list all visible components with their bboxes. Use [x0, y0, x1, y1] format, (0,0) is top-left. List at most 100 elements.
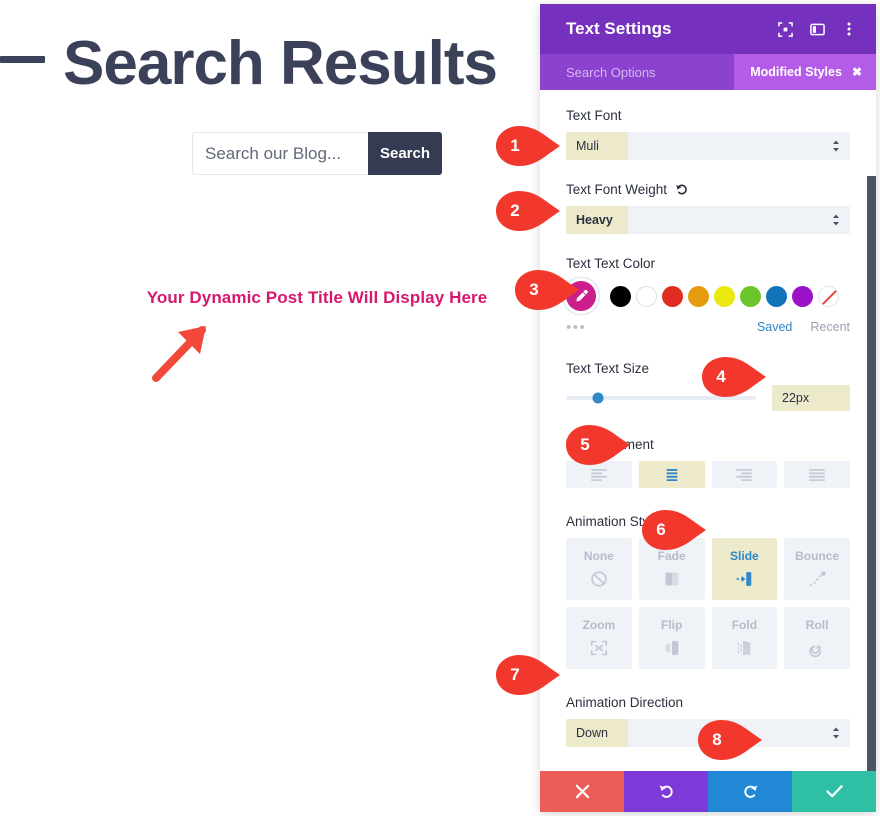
text-alignment-group: [566, 461, 850, 488]
panel-subbar: Search Options Modified Styles ✖: [540, 54, 876, 90]
color-meta-row: ••• Saved Recent: [566, 319, 850, 335]
modified-styles-label: Modified Styles: [750, 65, 842, 79]
none-icon: [591, 571, 607, 587]
dynamic-post-title: Your Dynamic Post Title Will Display Her…: [146, 288, 488, 307]
color-swatch-0[interactable]: [610, 285, 631, 307]
align-justify-button[interactable]: [784, 461, 850, 488]
animation-bounce-label: Bounce: [795, 549, 840, 563]
save-button[interactable]: [792, 771, 876, 812]
text-font-weight-select[interactable]: Heavy: [566, 206, 850, 234]
text-size-label-text: Text Text Size: [566, 361, 650, 376]
animation-none-option[interactable]: None: [566, 538, 632, 600]
panel-layout-icon[interactable]: [804, 16, 830, 42]
text-font-label-text: Text Font: [566, 108, 622, 123]
color-swatch-6[interactable]: [766, 285, 787, 307]
text-size-label: Text Text Size: [566, 361, 850, 376]
fold-icon: [738, 641, 751, 656]
animation-style-label-text: Animation Style: [566, 514, 660, 529]
flip-icon: [665, 641, 678, 655]
roll-icon: [809, 645, 822, 658]
pointer-arrow-icon: [152, 326, 206, 382]
color-swatch-8[interactable]: [818, 285, 839, 307]
preset-swatches: [610, 285, 844, 307]
color-swatch-row: [566, 280, 850, 312]
chevron-updown-icon: [832, 727, 840, 739]
panel-header: Text Settings: [540, 4, 876, 54]
text-font-select[interactable]: Muli: [566, 132, 850, 160]
animation-intensity-label-text: Animation Intensity: [566, 769, 680, 771]
panel-title: Text Settings: [566, 19, 672, 38]
animation-bounce-option[interactable]: Bounce: [784, 538, 850, 600]
chevron-updown-icon: [832, 214, 840, 226]
animation-zoom-option[interactable]: Zoom: [566, 607, 632, 669]
color-swatch-1[interactable]: [636, 285, 657, 307]
animation-none-label: None: [583, 549, 614, 563]
animation-fade-option[interactable]: Fade: [638, 538, 705, 600]
modified-styles-badge[interactable]: Modified Styles ✖: [734, 54, 876, 90]
search-button[interactable]: Search: [368, 132, 442, 175]
text-color-label: Text Text Color: [566, 256, 850, 271]
search-options-label[interactable]: Search Options: [566, 65, 656, 80]
color-swatch-5[interactable]: [740, 285, 761, 307]
eyedropper-swatch[interactable]: [566, 281, 596, 311]
animation-direction-select[interactable]: Down: [566, 719, 850, 747]
animation-flip-label: Flip: [660, 618, 683, 632]
page-title: Search Results: [63, 29, 498, 98]
animation-flip-option[interactable]: Flip: [638, 607, 705, 669]
more-colors-icon[interactable]: •••: [566, 320, 586, 335]
expand-icon[interactable]: [772, 16, 798, 42]
bounce-icon: [809, 571, 826, 587]
align-left-button[interactable]: [566, 461, 632, 488]
text-font-weight-label: Text Font Weight: [566, 182, 850, 197]
slider-handle[interactable]: [592, 392, 604, 404]
align-right-button[interactable]: [711, 461, 778, 488]
color-swatch-4[interactable]: [714, 285, 735, 307]
text-size-value: 22px: [772, 385, 850, 411]
close-icon[interactable]: ✖: [852, 65, 862, 79]
align-center-button[interactable]: [638, 461, 705, 488]
animation-slide-label: Slide: [730, 549, 759, 563]
text-settings-panel: Text Settings Search Options Modified St…: [540, 4, 876, 812]
text-font-weight-value: Heavy: [566, 206, 628, 234]
text-size-control: 22px: [566, 385, 850, 411]
panel-footer: [540, 771, 876, 812]
animation-direction-label-text: Animation Direction: [566, 695, 684, 710]
animation-roll-option[interactable]: Roll: [784, 607, 850, 669]
color-swatch-2[interactable]: [662, 285, 683, 307]
text-font-label: Text Font: [566, 108, 850, 123]
fade-icon: [665, 572, 678, 586]
animation-fold-label: Fold: [731, 618, 758, 632]
text-size-input[interactable]: 22px: [772, 385, 850, 411]
animation-direction-value: Down: [566, 719, 628, 747]
align-left-icon: [590, 468, 607, 481]
slide-icon: [737, 572, 752, 586]
recent-colors-tab[interactable]: Recent: [810, 320, 850, 334]
animation-intensity-label: Animation Intensity: [566, 769, 850, 771]
chevron-updown-icon: [832, 140, 840, 152]
text-size-slider[interactable]: [566, 392, 756, 404]
panel-scrollbar[interactable]: [867, 176, 876, 771]
animation-slide-option[interactable]: Slide: [711, 538, 778, 600]
panel-body: Text Font Muli Text Font Weight Heavy Te…: [540, 90, 876, 771]
text-font-weight-label-text: Text Font Weight: [566, 182, 668, 197]
search-input[interactable]: [192, 132, 368, 175]
undo-button[interactable]: [624, 771, 708, 812]
blog-search-form: Search: [192, 132, 442, 175]
text-font-value: Muli: [566, 132, 628, 160]
animation-style-label: Animation Style: [566, 514, 850, 529]
align-center-icon: [666, 468, 678, 481]
animation-direction-label: Animation Direction: [566, 695, 850, 710]
cancel-button[interactable]: [540, 771, 624, 812]
more-vertical-icon[interactable]: [836, 16, 862, 42]
color-swatch-7[interactable]: [792, 285, 813, 307]
undo-icon[interactable]: [675, 183, 688, 196]
animation-roll-label: Roll: [805, 618, 829, 632]
color-swatch-3[interactable]: [688, 285, 709, 307]
saved-colors-tab[interactable]: Saved: [757, 320, 792, 334]
redo-button[interactable]: [708, 771, 792, 812]
zoom-icon: [590, 640, 607, 656]
text-alignment-label-text: Text Alignment: [566, 437, 654, 452]
animation-zoom-label: Zoom: [582, 618, 616, 632]
page-preview-canvas: Search Results Search Your Dynamic Post …: [0, 0, 540, 816]
animation-fold-option[interactable]: Fold: [711, 607, 778, 669]
